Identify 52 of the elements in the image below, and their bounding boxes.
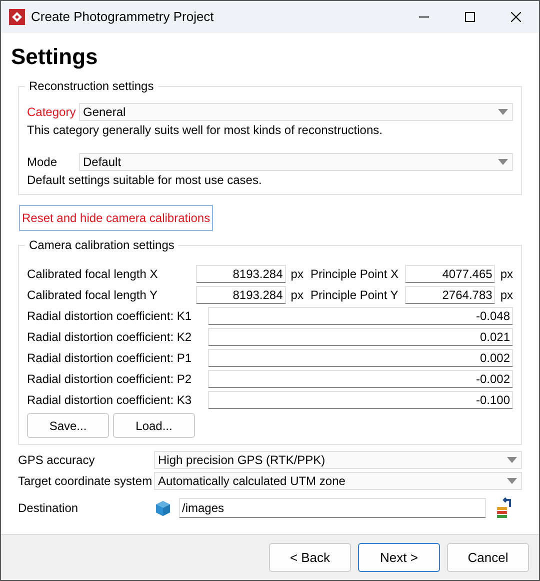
number-field[interactable]: 8193.284 <box>196 286 286 304</box>
field-description: This category generally suits well for most kinds of reconstructions. <box>27 122 384 138</box>
path-field[interactable]: /images <box>179 498 486 518</box>
field-label: Radial distortion coefficient: P1 <box>27 350 193 367</box>
group-title: Reconstruction settings <box>25 79 158 94</box>
wizard-button[interactable]: < Back <box>269 543 351 572</box>
window-title: Create Photogrammetry Project <box>31 8 215 26</box>
field-label: Target coordinate system <box>18 472 154 490</box>
calibration-button[interactable]: Save... <box>27 413 109 438</box>
dropdown-arrow-icon <box>498 109 508 115</box>
field-label: Category <box>27 104 77 121</box>
unit-label: px <box>500 266 513 283</box>
dropdown[interactable]: Automatically calculated UTM zone <box>154 472 522 490</box>
number-field[interactable]: 8193.284 <box>196 265 286 283</box>
dropdown[interactable]: High precision GPS (RTK/PPK) <box>154 450 522 468</box>
dropdown-arrow-icon <box>507 478 517 484</box>
dropdown-arrow-icon <box>498 159 508 165</box>
maximize-icon <box>465 12 475 22</box>
dropdown[interactable]: Default <box>79 153 513 171</box>
field-description: Default settings suitable for most use cases. <box>27 172 263 188</box>
field-label: Radial distortion coefficient: K1 <box>27 308 193 325</box>
field-label: Radial distortion coefficient: K3 <box>27 392 193 409</box>
field-label: Calibrated focal length Y <box>27 287 159 304</box>
field-label: Destination <box>18 500 80 517</box>
field-label: Radial distortion coefficient: K2 <box>27 329 193 346</box>
page-heading: Settings <box>11 43 99 71</box>
number-field[interactable]: -0.048 <box>208 307 513 325</box>
reset-calibrations-button[interactable]: Reset and hide camera calibrations <box>19 205 214 231</box>
calibration-button[interactable]: Load... <box>113 413 195 438</box>
number-field[interactable]: 0.021 <box>208 328 513 346</box>
field-label: Calibrated focal length X <box>27 266 159 283</box>
wizard-button[interactable]: Next > <box>358 543 440 572</box>
field-label: Principle Point X <box>310 266 400 283</box>
number-field[interactable]: 2764.783 <box>405 286 496 304</box>
unit-label: px <box>500 287 513 304</box>
group-title: Camera calibration settings <box>25 238 178 253</box>
wizard-button[interactable]: Cancel <box>447 543 529 572</box>
field-label: GPS accuracy <box>18 452 96 468</box>
app-logo-icon <box>9 9 25 25</box>
number-field[interactable]: -0.002 <box>208 370 513 388</box>
close-icon <box>511 12 521 22</box>
dropdown[interactable]: General <box>79 103 513 121</box>
field-label: Radial distortion coefficient: P2 <box>27 371 193 388</box>
unit-label: px <box>290 266 304 283</box>
number-field[interactable]: -0.100 <box>208 391 513 409</box>
unit-label: px <box>290 287 304 304</box>
field-label: Principle Point Y <box>310 287 400 304</box>
field-label: Mode <box>27 154 58 171</box>
number-field[interactable]: 4077.465 <box>405 265 496 283</box>
cube-icon <box>155 500 171 516</box>
dropdown-arrow-icon <box>507 456 517 462</box>
number-field[interactable]: 0.002 <box>208 349 513 367</box>
